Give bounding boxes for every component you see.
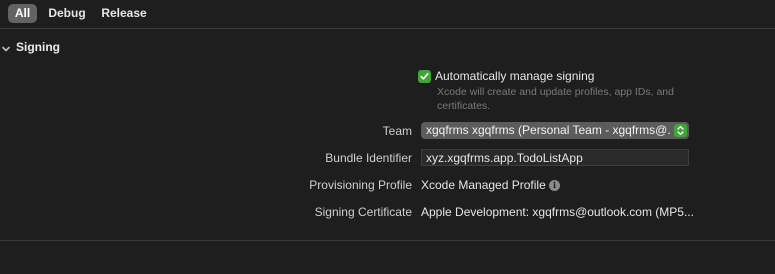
tab-debug[interactable]: Debug (47, 4, 87, 23)
team-label: Team (382, 124, 412, 138)
info-icon[interactable]: i (549, 180, 560, 191)
auto-manage-signing-description: Xcode will create and update profiles, a… (437, 86, 674, 112)
bundle-identifier-value: xyz.xgqfrms.app.TodoListApp (426, 151, 583, 165)
tab-release[interactable]: Release (101, 4, 147, 23)
provisioning-profile-value: Xcode Managed Profile (421, 178, 546, 192)
signing-certificate-label: Signing Certificate (314, 205, 412, 219)
bundle-identifier-label: Bundle Identifier (325, 151, 412, 165)
checkmark-icon (420, 72, 429, 80)
bundle-identifier-field[interactable]: xyz.xgqfrms.app.TodoListApp (421, 149, 689, 166)
tab-all[interactable]: All (8, 4, 37, 23)
auto-manage-signing-row[interactable]: Automatically manage signing (418, 69, 718, 87)
signing-settings-panel: All Debug Release Signing Automatically … (0, 0, 775, 274)
popup-arrows-icon[interactable] (674, 124, 687, 137)
section-divider (0, 240, 775, 241)
signing-certificate-value: Apple Development: xgqfrms@outlook.com (… (421, 205, 694, 219)
team-value: xgqfrms xgqfrms (Personal Team - xgqfrms… (426, 123, 671, 137)
signing-section-header[interactable]: Signing (0, 38, 200, 58)
chevron-down-icon[interactable] (1, 41, 11, 52)
team-popup-button[interactable]: xgqfrms xgqfrms (Personal Team - xgqfrms… (421, 122, 689, 139)
auto-manage-signing-checkbox[interactable] (418, 70, 431, 83)
configuration-tab-bar: All Debug Release (0, 0, 775, 29)
provisioning-profile-label: Provisioning Profile (309, 178, 412, 192)
section-title: Signing (16, 40, 60, 54)
auto-manage-signing-label: Automatically manage signing (435, 69, 595, 83)
